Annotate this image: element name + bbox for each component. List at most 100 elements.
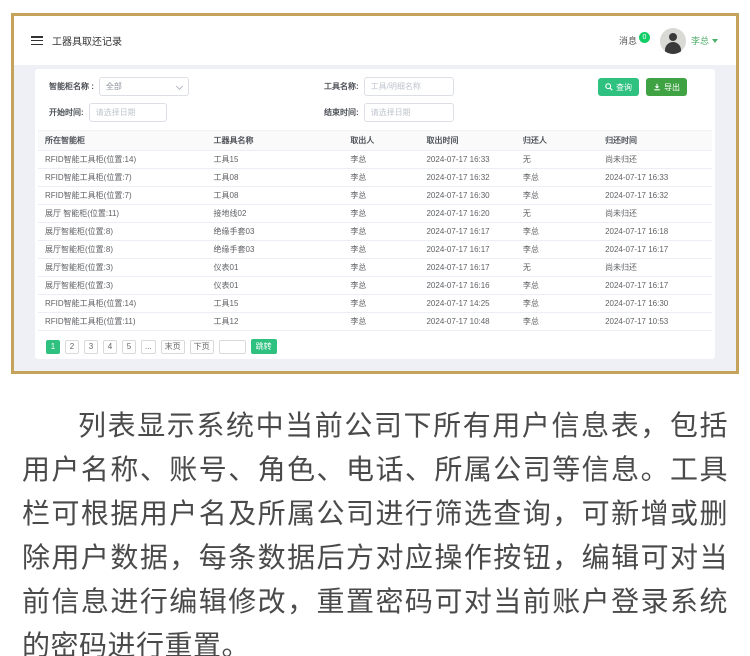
table-row: RFID智能工具柜(位置:14)工具15李总2024-07-17 14:25李总…	[38, 295, 712, 313]
page-button[interactable]: 3	[84, 340, 98, 354]
header-right: 消息 0 李总	[619, 28, 718, 54]
table-cell: 工具15	[207, 295, 344, 313]
table-cell: 李总	[343, 241, 419, 259]
table-cell: 2024-07-17 16:30	[598, 295, 712, 313]
pagination: 12345... 末页 下页 跳转	[46, 339, 712, 354]
table-cell: 李总	[343, 295, 419, 313]
page-button[interactable]: 5	[122, 340, 136, 354]
screenshot-frame: 工器具取还记录 消息 0 李总	[11, 13, 739, 374]
table-row: RFID智能工具柜(位置:11)工具12李总2024-07-17 10:48李总…	[38, 313, 712, 331]
chevron-down-icon	[176, 83, 183, 90]
table-row: RFID智能工具柜(位置:7)工具08李总2024-07-17 16:32李总2…	[38, 169, 712, 187]
table-row: RFID智能工具柜(位置:14)工具15李总2024-07-17 16:33无尚…	[38, 151, 712, 169]
table-cell: 2024-07-17 16:17	[598, 241, 712, 259]
end-time-label: 结束时间:	[324, 107, 359, 118]
table-cell: 2024-07-17 16:20	[419, 205, 515, 223]
page-title: 工器具取还记录	[52, 33, 122, 48]
table-cell: 展厅智能柜(位置:8)	[38, 241, 207, 259]
cabinet-select-value: 全部	[106, 81, 122, 92]
table-header-row: 所在智能柜工器具名称取出人取出时间归还人归还时间	[38, 131, 712, 151]
jump-button[interactable]: 跳转	[251, 339, 277, 354]
table-row: 展厅 智能柜(位置:11)接地线02李总2024-07-17 16:20无尚未归…	[38, 205, 712, 223]
column-header: 取出人	[343, 131, 419, 151]
tool-name-label: 工具名称:	[324, 81, 359, 92]
table-cell: RFID智能工具柜(位置:7)	[38, 169, 207, 187]
table-cell: 2024-07-17 16:17	[598, 277, 712, 295]
table-cell: 展厅智能柜(位置:8)	[38, 223, 207, 241]
export-button[interactable]: 导出	[646, 78, 687, 96]
records-table: 所在智能柜工器具名称取出人取出时间归还人归还时间 RFID智能工具柜(位置:14…	[38, 130, 712, 331]
tool-records-app: 工器具取还记录 消息 0 李总	[14, 16, 736, 371]
table-cell: 尚未归还	[598, 205, 712, 223]
table-cell: 尚未归还	[598, 259, 712, 277]
table-cell: 李总	[343, 277, 419, 295]
table-cell: RFID智能工具柜(位置:14)	[38, 151, 207, 169]
table-cell: 仪表01	[207, 259, 344, 277]
page-button[interactable]: 4	[103, 340, 117, 354]
avatar[interactable]	[660, 28, 686, 54]
cabinet-select[interactable]: 全部	[99, 77, 189, 96]
table-cell: 李总	[343, 187, 419, 205]
table-cell: 李总	[516, 187, 598, 205]
table-cell: 李总	[516, 313, 598, 331]
column-header: 所在智能柜	[38, 131, 207, 151]
table-cell: 尚未归还	[598, 151, 712, 169]
table-cell: 李总	[516, 277, 598, 295]
start-date-input[interactable]	[89, 103, 167, 122]
doc-page: 工器具取还记录 消息 0 李总	[0, 0, 750, 656]
user-menu[interactable]: 李总	[691, 34, 718, 47]
table-cell: 展厅智能柜(位置:3)	[38, 259, 207, 277]
messages-link[interactable]: 消息	[619, 34, 637, 47]
table-cell: 2024-07-17 16:33	[419, 151, 515, 169]
table-cell: 李总	[343, 313, 419, 331]
filter-row-2: 开始时间: 结束时间:	[38, 103, 712, 125]
menu-icon[interactable]	[31, 36, 43, 45]
end-date-input[interactable]	[364, 103, 454, 122]
user-name-label: 李总	[691, 34, 709, 47]
search-button-label: 查询	[616, 82, 632, 93]
table-cell: 2024-07-17 16:32	[598, 187, 712, 205]
search-icon	[605, 83, 613, 91]
table-cell: 李总	[516, 241, 598, 259]
table-cell: RFID智能工具柜(位置:7)	[38, 187, 207, 205]
table-cell: 工具08	[207, 169, 344, 187]
table-cell: 2024-07-17 10:53	[598, 313, 712, 331]
table-cell: 2024-07-17 16:33	[598, 169, 712, 187]
table-cell: 2024-07-17 16:32	[419, 169, 515, 187]
table-cell: 2024-07-17 16:17	[419, 259, 515, 277]
table-cell: 工具15	[207, 151, 344, 169]
page-button[interactable]: 1	[46, 340, 60, 354]
table-cell: 李总	[516, 223, 598, 241]
table-cell: 无	[516, 259, 598, 277]
table-cell: 2024-07-17 10:48	[419, 313, 515, 331]
table-cell: 工具12	[207, 313, 344, 331]
cabinet-label: 智能柜名称 :	[49, 81, 94, 92]
page-button[interactable]: ...	[141, 340, 156, 354]
table-cell: 2024-07-17 14:25	[419, 295, 515, 313]
avatar-head	[669, 33, 677, 41]
table-cell: 展厅智能柜(位置:3)	[38, 277, 207, 295]
avatar-body	[665, 42, 681, 54]
page-button[interactable]: 2	[65, 340, 79, 354]
table-row: 展厅智能柜(位置:8)绝缘手套03李总2024-07-17 16:17李总202…	[38, 223, 712, 241]
table-cell: 李总	[343, 205, 419, 223]
messages-count-badge: 0	[639, 32, 650, 43]
app-header: 工器具取还记录 消息 0 李总	[14, 16, 736, 65]
table-cell: 李总	[516, 295, 598, 313]
last-page-button[interactable]: 末页	[161, 340, 185, 354]
table-row: 展厅智能柜(位置:8)绝缘手套03李总2024-07-17 16:17李总202…	[38, 241, 712, 259]
page-jump-input[interactable]	[219, 340, 246, 354]
search-button[interactable]: 查询	[598, 78, 639, 96]
table-row: RFID智能工具柜(位置:7)工具08李总2024-07-17 16:30李总2…	[38, 187, 712, 205]
table-cell: 李总	[516, 169, 598, 187]
table-cell: 绝缘手套03	[207, 241, 344, 259]
table-cell: 2024-07-17 16:30	[419, 187, 515, 205]
table-cell: 无	[516, 151, 598, 169]
chevron-down-icon	[712, 39, 718, 43]
next-page-button[interactable]: 下页	[190, 340, 214, 354]
table-cell: 仪表01	[207, 277, 344, 295]
table-cell: 李总	[343, 259, 419, 277]
tool-name-input[interactable]	[364, 77, 454, 96]
records-card: 智能柜名称 : 全部 工具名称:	[35, 69, 715, 359]
table-cell: 展厅 智能柜(位置:11)	[38, 205, 207, 223]
